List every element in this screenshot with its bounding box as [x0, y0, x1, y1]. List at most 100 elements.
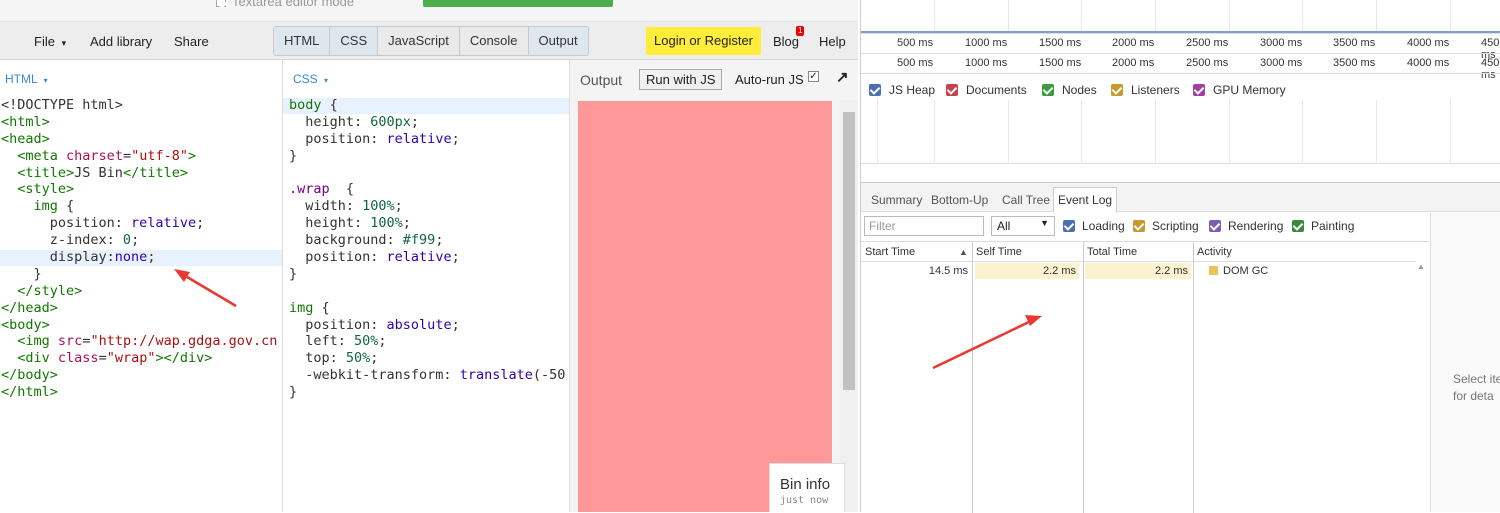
run-with-js-button[interactable]: Run with JS	[639, 69, 723, 90]
legend-label: GPU Memory	[1213, 83, 1286, 97]
time-ruler-bottom: 500 ms 1000 ms 1500 ms 2000 ms 2500 ms 3…	[861, 54, 1500, 81]
ruler-tick: 500 ms	[897, 37, 934, 49]
details-pane: Select ite for deta	[1430, 213, 1500, 512]
file-dropdown-icon: ▾	[61, 38, 67, 48]
toggle-console[interactable]: Console	[459, 27, 529, 55]
add-library-button[interactable]: Add library	[90, 34, 152, 49]
file-menu-label: File	[34, 34, 55, 49]
output-scrollbar-thumb[interactable]	[843, 112, 855, 390]
bin-info-subtitle: just now	[780, 495, 829, 506]
ruler-tick: 3500 ms	[1333, 57, 1376, 69]
share-button[interactable]: Share	[174, 34, 209, 49]
column-activity[interactable]: Activity	[1193, 242, 1416, 262]
timeline-overview[interactable]	[861, 0, 1500, 33]
nodes-checkbox[interactable]	[1042, 84, 1054, 96]
column-header-label: Start Time	[865, 246, 916, 258]
filter-painting[interactable]: Painting	[1292, 219, 1354, 233]
toggle-javascript[interactable]: JavaScript	[378, 27, 460, 55]
listeners-checkbox[interactable]	[1111, 84, 1123, 96]
documents-checkbox[interactable]	[946, 84, 958, 96]
cell-total-time: 2.2 ms	[1085, 263, 1191, 279]
legend-nodes[interactable]: Nodes	[1042, 83, 1097, 97]
legend-documents[interactable]: Documents	[946, 83, 1027, 97]
filter-loading[interactable]: Loading	[1063, 219, 1125, 233]
details-tabs: Summary Bottom-Up Call Tree Event Log	[861, 182, 1500, 213]
scripting-checkbox[interactable]	[1133, 220, 1145, 232]
ruler-tick: 500 ms	[897, 57, 934, 69]
legend-listeners[interactable]: Listeners	[1111, 83, 1180, 97]
chevron-down-icon: ▼	[1040, 218, 1049, 228]
textarea-mode-checkbox[interactable]	[216, 0, 226, 7]
painting-checkbox[interactable]	[1292, 220, 1304, 232]
tab-call-tree[interactable]: Call Tree	[1002, 193, 1050, 207]
duration-select[interactable]: All ▼	[991, 216, 1055, 236]
annotation-arrow-html	[174, 269, 237, 308]
counters-graph[interactable]	[861, 100, 1500, 164]
legend-label: Documents	[966, 83, 1027, 97]
toggle-css[interactable]: CSS	[330, 27, 379, 55]
duration-select-value: All	[997, 219, 1011, 233]
ruler-tick: 3500 ms	[1333, 37, 1376, 49]
legend-js-heap[interactable]: JS Heap	[869, 83, 935, 97]
loading-checkbox[interactable]	[1063, 220, 1075, 232]
filter-scripting[interactable]: Scripting	[1133, 219, 1199, 233]
legend-gpu-memory[interactable]: GPU Memory	[1193, 83, 1286, 97]
activity-color-swatch	[1209, 266, 1218, 275]
gpu-memory-checkbox[interactable]	[1193, 84, 1205, 96]
css-panel-label: CSS	[293, 72, 318, 86]
output-panel-title: Output	[580, 72, 623, 88]
filter-input[interactable]: Filter	[864, 216, 984, 236]
ruler-tick: 2500 ms	[1186, 37, 1229, 49]
column-self-time[interactable]: Self Time	[972, 242, 1083, 262]
css-panel-title[interactable]: CSS ▾	[293, 72, 328, 86]
legend-label: Listeners	[1131, 83, 1180, 97]
output-preview[interactable]	[578, 101, 832, 512]
autorun-js-label: Auto-run JS	[735, 72, 804, 87]
column-total-time[interactable]: Total Time	[1083, 242, 1193, 262]
panel-toggles: HTML CSS JavaScript Console Output	[273, 26, 589, 56]
popout-icon[interactable]: ↗	[836, 68, 849, 86]
toggle-output[interactable]: Output	[528, 27, 588, 55]
ruler-tick: 3000 ms	[1260, 57, 1303, 69]
table-scrollbar[interactable]: ▲	[1416, 262, 1429, 512]
css-panel-dropdown-icon: ▾	[324, 76, 329, 85]
tab-bottom-up[interactable]: Bottom-Up	[931, 193, 988, 207]
ruler-tick: 4000 ms	[1407, 37, 1450, 49]
blog-link[interactable]: Blog	[773, 34, 799, 49]
column-start-time[interactable]: Start Time ▲	[861, 242, 972, 262]
output-scrollbar[interactable]	[840, 100, 858, 512]
html-code[interactable]: <!DOCTYPE html> <html> <head> <meta charse…	[1, 97, 282, 407]
legend-label: Nodes	[1062, 83, 1097, 97]
ruler-tick: 1500 ms	[1039, 37, 1082, 49]
table-row[interactable]: 14.5 ms 2.2 ms 2.2 ms DOM GC	[861, 263, 1416, 279]
tab-event-log[interactable]: Event Log	[1053, 187, 1118, 213]
tab-summary[interactable]: Summary	[871, 193, 922, 207]
top-strip: Textarea editor mode	[0, 0, 858, 22]
jsbin-toolbar: File ▾ Add library Share HTML CSS JavaSc…	[0, 22, 858, 60]
html-panel-title[interactable]: HTML ▾	[5, 72, 48, 86]
bin-info-panel[interactable]: Bin info just now	[769, 463, 845, 512]
cell-self-time: 2.2 ms	[975, 263, 1079, 279]
ruler-tick: 4500 ms	[1481, 57, 1500, 81]
css-code[interactable]: body { height: 600px; position: relative…	[289, 97, 568, 407]
filter-rendering[interactable]: Rendering	[1209, 219, 1283, 233]
textarea-mode-option[interactable]: Textarea editor mode	[216, 0, 354, 9]
autorun-js-checkbox[interactable]: ✓	[808, 71, 819, 82]
event-log-table: Start Time ▲ Self Time Total Time Activi…	[861, 241, 1429, 513]
annotation-arrow-devtools	[932, 315, 1042, 370]
green-action-button[interactable]	[423, 0, 613, 7]
ruler-tick: 2000 ms	[1112, 37, 1155, 49]
filter-label: Rendering	[1228, 219, 1284, 233]
js-heap-checkbox[interactable]	[869, 84, 881, 96]
file-menu[interactable]: File ▾	[34, 34, 66, 49]
activity-label: DOM GC	[1223, 265, 1269, 277]
ruler-tick: 2000 ms	[1112, 57, 1155, 69]
ruler-tick: 2500 ms	[1186, 57, 1229, 69]
ruler-tick: 3000 ms	[1260, 37, 1303, 49]
login-register-button[interactable]: Login or Register	[646, 27, 761, 55]
rendering-checkbox[interactable]	[1209, 220, 1221, 232]
scroll-up-icon[interactable]: ▲	[1417, 262, 1425, 271]
toggle-html[interactable]: HTML	[274, 27, 331, 55]
cell-activity: DOM GC	[1209, 263, 1409, 279]
help-link[interactable]: Help	[819, 34, 846, 49]
